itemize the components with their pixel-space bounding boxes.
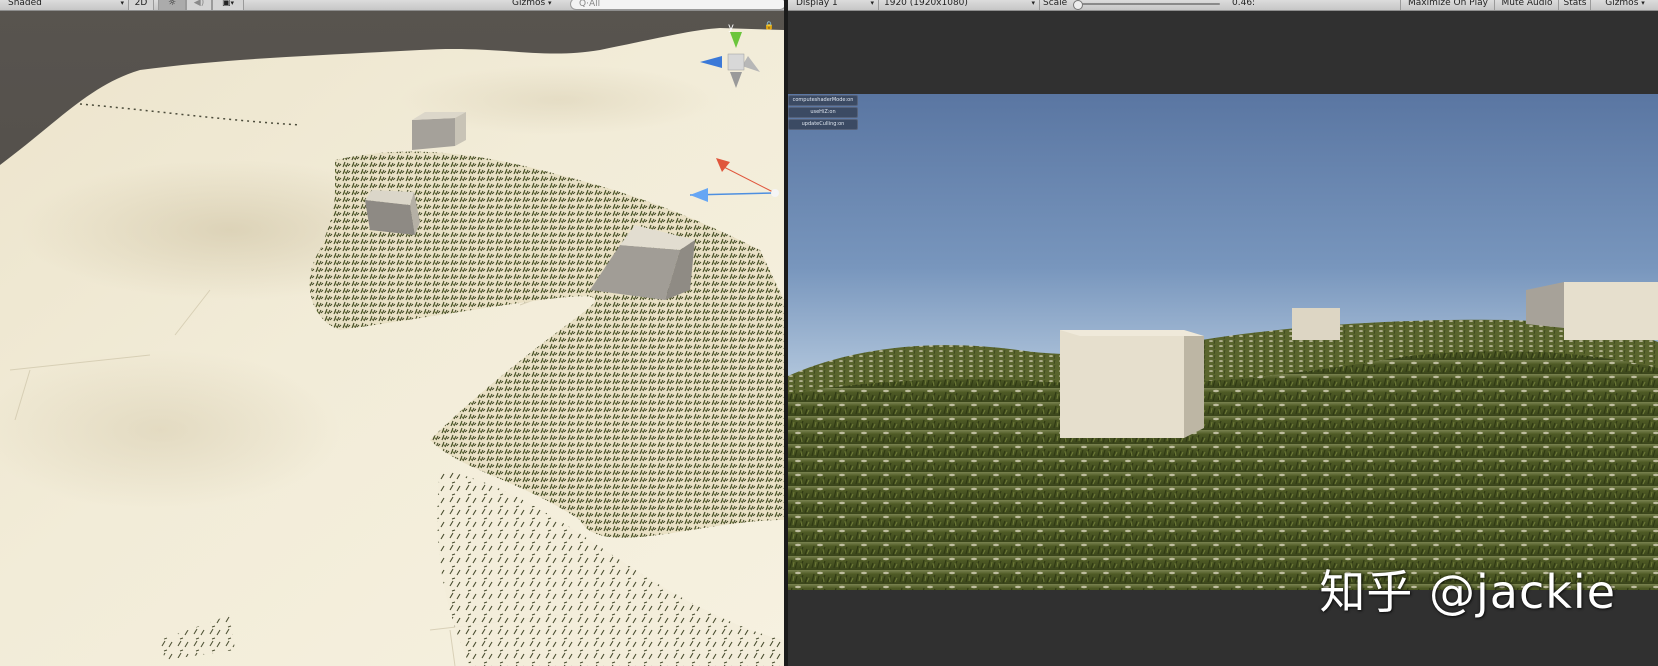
debug-button-update-culling[interactable]: updateCulling:on	[788, 119, 858, 130]
stats-button[interactable]: Stats	[1558, 0, 1591, 10]
grass-field	[788, 351, 1658, 590]
audio-toggle-button[interactable]: ◀)	[186, 0, 212, 10]
sun-icon: ☼	[167, 0, 177, 8]
chevron-down-icon: ▾	[870, 0, 874, 7]
display-dropdown[interactable]: Display 1 ▾	[788, 0, 879, 10]
chevron-down-icon: ▾	[1031, 0, 1035, 7]
scene-gizmos-dropdown[interactable]: Gizmos ▾	[512, 0, 566, 10]
stats-label: Stats	[1563, 0, 1587, 8]
lock-icon[interactable]: 🔒	[764, 21, 774, 30]
watermark: 知乎 @jackie	[1319, 565, 1616, 619]
cube[interactable]	[1060, 330, 1204, 438]
mute-audio-label: Mute Audio	[1501, 0, 1553, 8]
shading-mode-label: Shaded	[8, 0, 42, 8]
chevron-down-icon: ▾	[230, 0, 235, 7]
toggle-2d-button[interactable]: 2D	[128, 0, 154, 10]
resolution-dropdown[interactable]: 1920 (1920x1080) ▾	[876, 0, 1040, 10]
maximize-on-play-label: Maximize On Play	[1408, 0, 1488, 8]
toggle-2d-label: 2D	[134, 0, 148, 8]
scale-label: Scale	[1043, 0, 1068, 8]
shading-mode-dropdown[interactable]: Shaded ▾	[0, 0, 129, 10]
display-label: Display 1	[796, 0, 838, 8]
scene-viewport[interactable]: y 🔒	[0, 0, 784, 666]
game-gizmos-dropdown[interactable]: Gizmos ▾	[1590, 0, 1658, 10]
mute-audio-button[interactable]: Mute Audio	[1494, 0, 1559, 10]
scale-value: 0.46:	[1232, 0, 1256, 8]
maximize-on-play-button[interactable]: Maximize On Play	[1400, 0, 1495, 10]
game-gizmos-label: Gizmos	[1605, 0, 1639, 8]
scale-slider[interactable]	[1073, 0, 1220, 10]
effects-dropdown[interactable]: ▣▾	[212, 0, 244, 10]
speaker-icon: ◀)	[193, 0, 205, 8]
search-placeholder: Q·All	[579, 0, 601, 9]
cube[interactable]	[1292, 308, 1340, 340]
gizmo-axis-label: y	[728, 22, 734, 33]
scene-toolbar: Shaded ▾ 2D ☼ ◀) ▣▾ Gizmos ▾ Q·All	[0, 0, 784, 11]
scene-view-panel[interactable]: Shaded ▾ 2D ☼ ◀) ▣▾ Gizmos ▾ Q·All y 🔒	[0, 0, 784, 666]
debug-button-use-hiz[interactable]: useHiZ:on	[788, 107, 858, 118]
resolution-label: 1920 (1920x1080)	[884, 0, 968, 8]
lighting-toggle-button[interactable]: ☼	[158, 0, 186, 10]
chevron-down-icon: ▾	[1641, 0, 1645, 7]
chevron-down-icon: ▾	[548, 0, 552, 7]
cube[interactable]	[365, 190, 420, 235]
scene-search-input[interactable]: Q·All	[570, 0, 784, 10]
debug-button-compute-shader[interactable]: computeshaderMode:on	[788, 95, 858, 106]
game-toolbar: Display 1 ▾ 1920 (1920x1080) ▾ Scale 0.4…	[788, 0, 1658, 11]
game-viewport[interactable]	[788, 94, 1658, 590]
chevron-down-icon: ▾	[120, 0, 124, 7]
cube[interactable]	[412, 112, 466, 150]
image-icon: ▣	[221, 0, 231, 8]
scene-gizmos-label: Gizmos	[512, 0, 546, 8]
scale-slider-thumb[interactable]	[1073, 0, 1083, 10]
